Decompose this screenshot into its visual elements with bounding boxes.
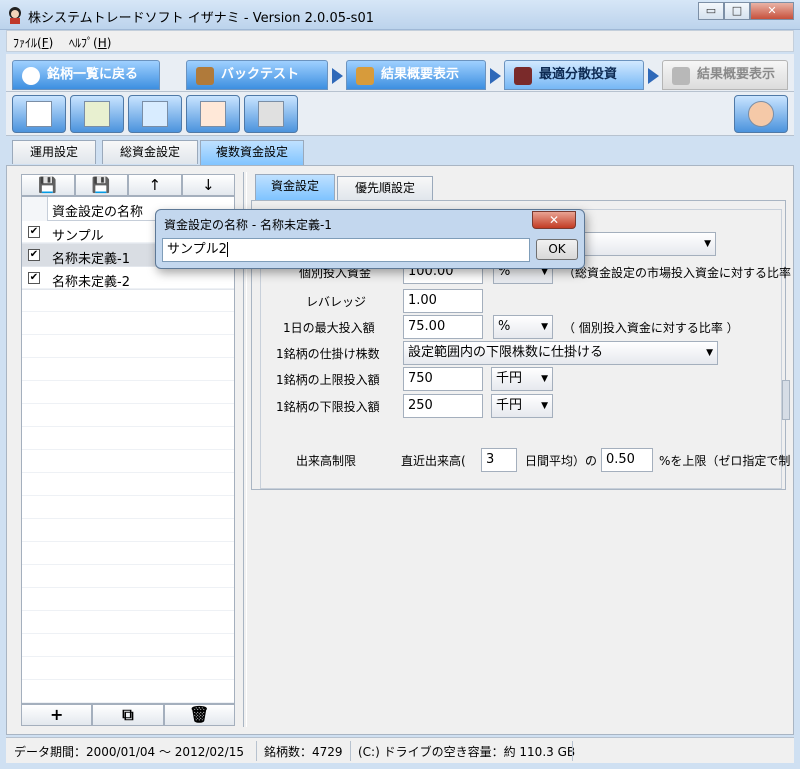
upper-limit-input[interactable]: 750 [403,367,483,391]
add-button[interactable]: + [21,704,93,726]
daily-max-label: 1日の最大投入額 [283,321,375,335]
import-button[interactable] [186,95,240,133]
title-bar: 株システムトレードソフト イザナミ - Version 2.0.05-s01 ▭… [0,0,800,30]
status-bar: データ期間：2000/01/04 〜 2012/02/15 銘柄数：4729 (… [6,737,794,763]
row-checkbox[interactable]: ✔ [28,272,40,284]
minimize-button[interactable]: ▭ [698,2,724,20]
arrow-down-icon[interactable]: ↓ [181,174,235,196]
status-count: 銘柄数：4729 [264,745,343,759]
dialog-close-button[interactable]: ✕ [532,211,576,229]
leverage-input[interactable]: 1.00 [403,289,483,313]
list-item[interactable]: ✔ 名称未定義-2 [22,267,234,290]
lower-limit-label: 1銘柄の下限投入額 [276,400,380,414]
upper-limit-label: 1銘柄の上限投入額 [276,373,380,387]
order-shares-select[interactable]: 設定範囲内の下限株数に仕掛ける ▼ [403,341,718,365]
status-disk: (C:) ドライブの空き容量：約 110.3 GB [358,745,576,759]
row-name: 名称未定義-1 [52,252,130,267]
ok-button[interactable]: OK [536,239,578,260]
list-header-label: 資金設定の名称 [52,205,144,220]
coins-icon [356,67,374,85]
optimize-button[interactable]: 最適分散投資 [504,60,644,90]
volume-text-2: 日間平均）の [525,454,598,468]
menu-bar: ﾌｧｲﾙ(F) ﾍﾙﾌﾟ(H) [6,30,794,52]
upper-limit-unit[interactable]: 千円 ▼ [491,367,553,391]
arrow-right-icon [490,68,501,84]
status-divider [350,741,351,761]
menu-help[interactable]: ﾍﾙﾌﾟ(H) [69,34,111,51]
exit-icon [748,101,774,127]
close-button[interactable]: ✕ [750,2,794,20]
tools-button[interactable] [244,95,298,133]
lower-limit-input[interactable]: 250 [403,394,483,418]
money-bag-icon [196,67,214,85]
tab-total-capital[interactable]: 総資金設定 [102,140,198,164]
volume-days-input[interactable]: 3 [481,448,517,472]
save-icon[interactable]: 💾 [21,174,75,196]
app-logo-icon [9,7,21,24]
tab-operation-settings[interactable]: 運用設定 [12,140,96,164]
nav-strip: 銘柄一覧に戻る バックテスト 結果概要表示 最適分散投資 結果概要表示 [6,54,794,92]
list-bottom-toolbar: + ⧉ 🗑 [21,704,235,726]
row-checkbox[interactable]: ✔ [28,226,40,238]
text-caret [226,242,228,257]
chart-icon [672,67,690,85]
select-all-cell[interactable] [22,197,48,221]
status-divider [572,741,573,761]
tab-priority-settings[interactable]: 優先順設定 [337,176,433,200]
new-document-icon [26,101,52,127]
volume-text-1: 直近出来高( [401,454,466,468]
list-toolbar: 💾 💾 ↑ ↓ [21,174,235,196]
export-icon [142,101,168,127]
currency-button[interactable] [70,95,124,133]
export-button[interactable] [128,95,182,133]
row-name: サンプル [52,229,104,244]
tab-multiple-capital[interactable]: 複数資金設定 [200,140,304,167]
calculator-icon [514,67,532,85]
volume-text-3: %を上限（ゼロ指定で制 [659,454,791,468]
summary-button-2[interactable]: 結果概要表示 [662,60,788,90]
daily-max-note: （ 個別投入資金に対する比率 ） [563,321,739,335]
scrollbar[interactable] [782,380,790,420]
status-divider [256,741,257,761]
name-input[interactable]: サンプル2 [162,238,530,262]
row-name: 名称未定義-2 [52,275,130,290]
dialog-title: 資金設定の名称 - 名称未定義-1 [164,218,332,232]
rename-dialog: 資金設定の名称 - 名称未定義-1 ✕ サンプル2 OK [155,209,585,269]
delete-button[interactable]: 🗑 [163,704,235,726]
menu-file[interactable]: ﾌｧｲﾙ(F) [13,34,53,51]
arrow-up-icon[interactable]: ↑ [128,174,182,196]
arrow-right-icon [648,68,659,84]
copy-button[interactable]: ⧉ [92,704,164,726]
status-period: データ期間：2000/01/04 〜 2012/02/15 [14,745,244,759]
leverage-label: レバレッジ [306,295,367,309]
arrow-right-icon [332,68,343,84]
import-icon [200,101,226,127]
back-to-list-button[interactable]: 銘柄一覧に戻る [12,60,160,90]
exit-button[interactable] [734,95,788,133]
summary-button-1[interactable]: 結果概要表示 [346,60,486,90]
volume-limit-label: 出来高制限 [296,454,357,468]
individual-capital-note: （総資金設定の市場投入資金に対する比率 [563,266,792,280]
tab-capital-settings[interactable]: 資金設定 [255,174,335,201]
row-checkbox[interactable]: ✔ [28,249,40,261]
main-toolbar [6,92,794,136]
tools-icon [258,101,284,127]
maximize-button[interactable]: □ [724,2,750,20]
volume-ratio-input[interactable]: 0.50 [601,448,653,472]
order-shares-label: 1銘柄の仕掛け株数 [276,347,380,361]
new-document-button[interactable] [12,95,66,133]
currency-icon [84,101,110,127]
window-title: 株システムトレードソフト イザナミ - Version 2.0.05-s01 [28,11,374,26]
backtest-button[interactable]: バックテスト [186,60,328,90]
eye-icon [22,67,40,85]
save-as-icon[interactable]: 💾 [74,174,128,196]
lower-limit-unit[interactable]: 千円 ▼ [491,394,553,418]
daily-max-input[interactable]: 75.00 [403,315,483,339]
daily-max-unit[interactable]: % ▼ [493,315,553,339]
capital-setting-list: 資金設定の名称 ✔ サンプル ✔ 名称未定義-1 ✔ 名称未定義-2 [21,196,235,704]
